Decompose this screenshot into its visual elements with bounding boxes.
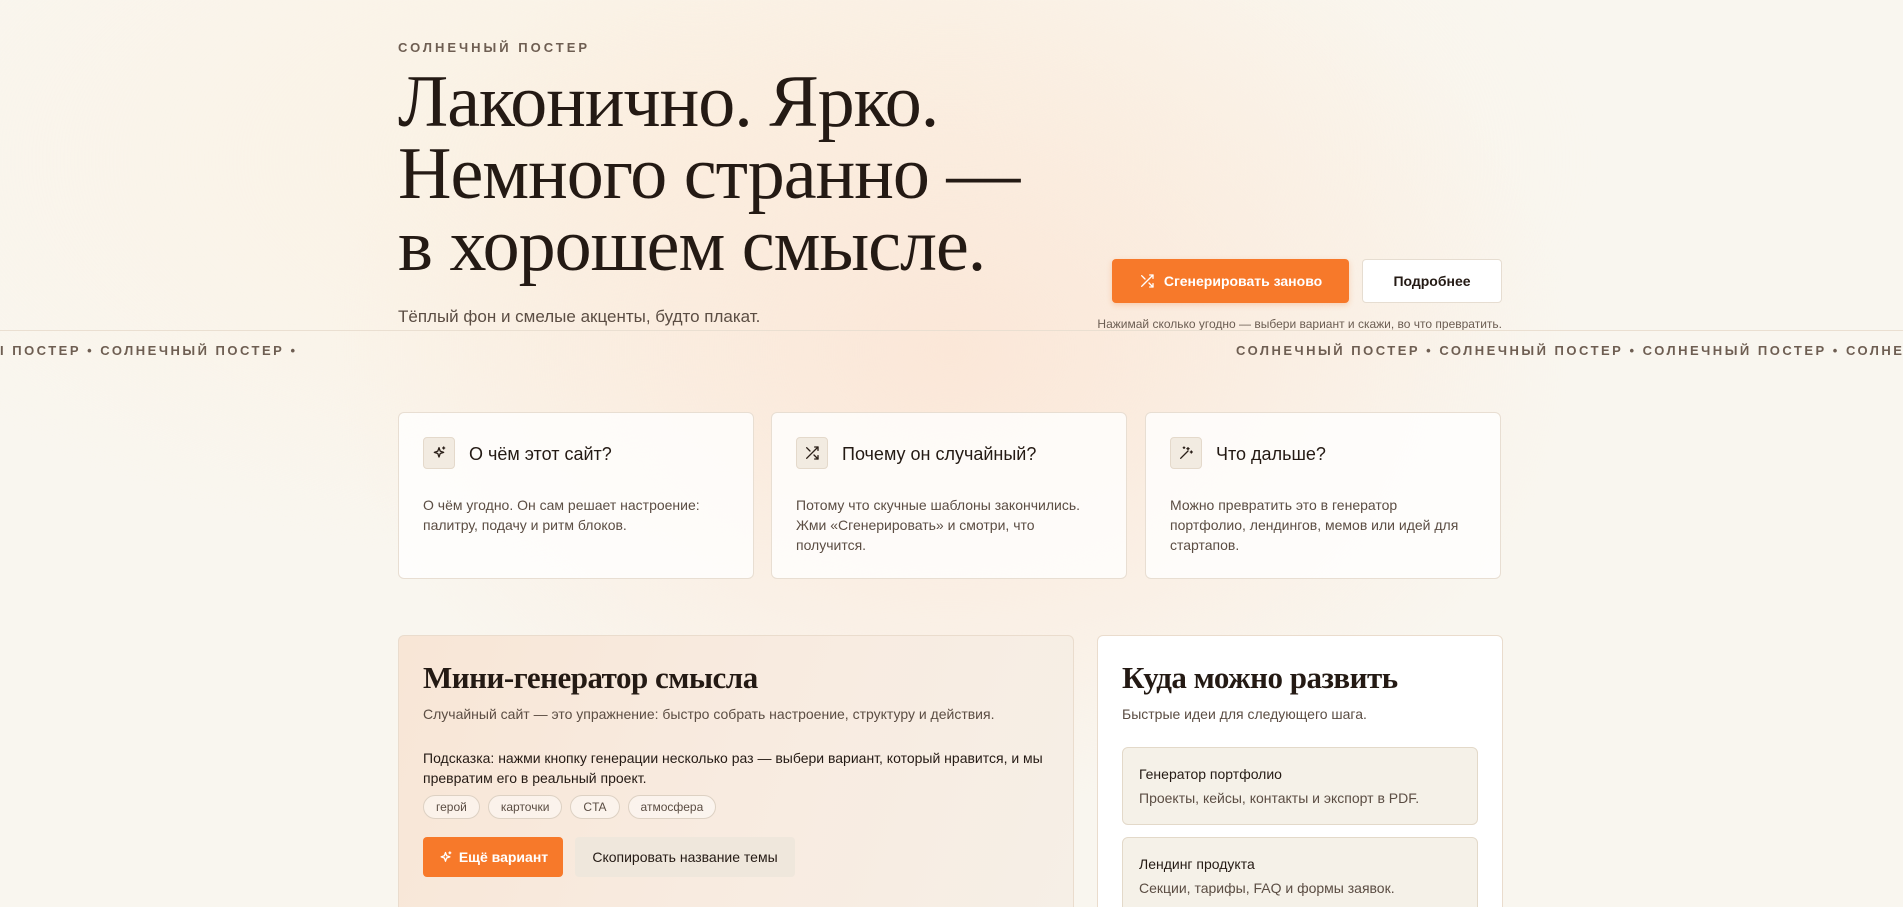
ideas-panel: Куда можно развить Быстрые идеи для след… xyxy=(1097,635,1503,907)
generator-title: Мини-генератор смысла xyxy=(423,660,758,695)
regenerate-button[interactable]: Сгенерировать заново xyxy=(1112,259,1349,303)
feature-card-about: О чём этот сайт? О чём угодно. Он сам ре… xyxy=(398,412,754,579)
ideas-title: Куда можно развить xyxy=(1122,660,1398,695)
feature-card-text: Потому что скучные шаблоны закончились. … xyxy=(796,497,1081,553)
sparkle-icon xyxy=(423,437,455,469)
feature-card-title: Почему он случайный? xyxy=(842,444,1037,464)
tag-cards: карточки xyxy=(487,795,563,819)
idea-item-landing[interactable]: Лендинг продукта Секции, тарифы, FAQ и ф… xyxy=(1122,837,1478,907)
ideas-subtitle: Быстрые идеи для следующего шага. xyxy=(1122,706,1367,722)
hero-title-line-2: Немного странно — xyxy=(398,133,1020,215)
copy-theme-button[interactable]: Скопировать название темы xyxy=(575,837,795,877)
more-info-button[interactable]: Подробнее xyxy=(1362,259,1502,303)
feature-card-text: О чём угодно. Он сам решает настроение: … xyxy=(423,497,700,533)
sparkle-icon xyxy=(438,850,453,865)
generator-panel: Мини-генератор смысла Случайный сайт — э… xyxy=(398,635,1074,907)
hero-title-line-1: Лаконично. Ярко. xyxy=(398,61,939,143)
shuffle-icon xyxy=(1139,273,1155,289)
generator-hint: Подсказка: нажми кнопку генерации нескол… xyxy=(423,750,1043,786)
hero-title: Лаконично. Ярко. Немного странно — в хор… xyxy=(398,61,1098,287)
feature-card-title: Что дальше? xyxy=(1216,444,1326,464)
hero-hint: Нажимай сколько угодно — выбери вариант … xyxy=(1097,317,1502,331)
idea-item-text: Проекты, кейсы, контакты и экспорт в PDF… xyxy=(1139,790,1420,806)
tag-hero: герой xyxy=(423,795,480,819)
another-variant-button-label: Ещё вариант xyxy=(458,849,549,865)
idea-item-text: Секции, тарифы, FAQ и формы заявок. xyxy=(1139,880,1395,896)
tag-atmosphere: атмосфера xyxy=(627,795,717,819)
idea-item-title: Генератор портфолио xyxy=(1139,766,1282,782)
hero-title-line-3: в хорошем смысле. xyxy=(398,205,986,287)
tag-cta: CTA xyxy=(570,795,620,819)
feature-card-title: О чём этот сайт? xyxy=(469,444,612,464)
magic-wand-icon xyxy=(1170,437,1202,469)
feature-card-random: Почему он случайный? Потому что скучные … xyxy=(771,412,1127,579)
idea-item-title: Лендинг продукта xyxy=(1139,856,1255,872)
ticker-text-left: I ПОСТЕР • СОЛНЕЧНЫЙ ПОСТЕР • xyxy=(0,343,298,358)
shuffle-icon xyxy=(796,437,828,469)
ticker-text-right: СОЛНЕЧНЫЙ ПОСТЕР • СОЛНЕЧНЫЙ ПОСТЕР • СО… xyxy=(1236,343,1903,358)
ticker-divider xyxy=(0,330,1903,331)
feature-card-text: Можно превратить это в генератор портфол… xyxy=(1170,497,1459,553)
hero-subtitle: Тёплый фон и смелые акценты, будто плака… xyxy=(398,307,761,326)
tag-list: герой карточки CTA атмосфера xyxy=(423,795,717,819)
regenerate-button-label: Сгенерировать заново xyxy=(1163,273,1323,289)
feature-card-next: Что дальше? Можно превратить это в генер… xyxy=(1145,412,1501,579)
hero-eyebrow: СОЛНЕЧНЫЙ ПОСТЕР xyxy=(398,40,591,55)
generator-subtitle: Случайный сайт — это упражнение: быстро … xyxy=(423,706,995,722)
another-variant-button[interactable]: Ещё вариант xyxy=(423,837,563,877)
idea-item-portfolio[interactable]: Генератор портфолио Проекты, кейсы, конт… xyxy=(1122,747,1478,825)
